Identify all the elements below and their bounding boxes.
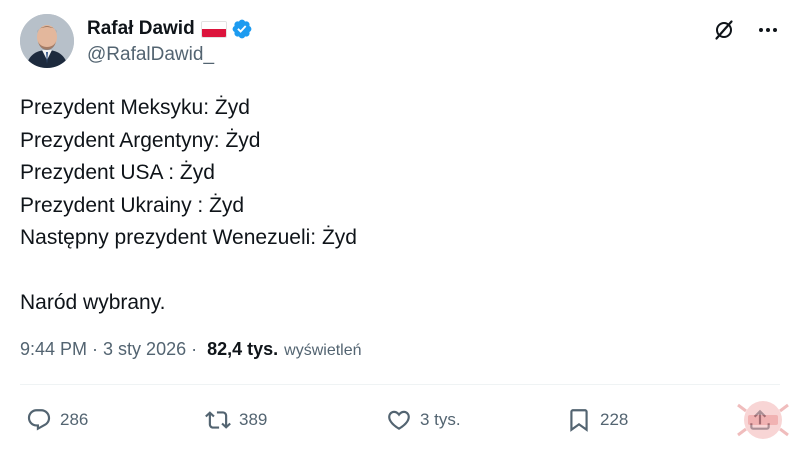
heart-icon [388, 410, 410, 430]
reply-icon [27, 409, 51, 431]
like-button[interactable]: 3 tys. [386, 402, 461, 438]
tweet-line: Naród wybrany. [20, 291, 166, 314]
bookmark-count: 228 [600, 410, 629, 429]
avatar[interactable] [20, 14, 74, 68]
top-actions [712, 18, 780, 42]
tweet-header: Rafał Dawid @RafalDawid_ [20, 14, 253, 70]
tweet-line: Prezydent Meksyku: Żyd [20, 96, 250, 119]
tweet-date[interactable]: 3 sty 2026 [103, 339, 186, 360]
reply-count: 286 [60, 410, 89, 429]
like-count: 3 tys. [420, 410, 461, 429]
views-label: wyświetleń [284, 342, 362, 359]
tweet-line: Prezydent Argentyny: Żyd [20, 128, 261, 152]
author-names: Rafał Dawid @RafalDawid_ [87, 17, 253, 66]
action-bar: 286 389 3 tys. 228 [20, 402, 780, 438]
divider [20, 384, 780, 385]
verified-badge-icon [232, 19, 252, 39]
meta-separator: · [191, 339, 198, 359]
meta-separator: · [92, 339, 99, 359]
tweet-text: Prezydent Meksyku: Żyd Prezydent Argenty… [20, 92, 357, 320]
tweet-time[interactable]: 9:44 PM [20, 339, 87, 360]
display-name[interactable]: Rafał Dawid [87, 18, 195, 40]
tweet-line: Następny prezydent Wenezueli: Żyd [20, 226, 357, 249]
avatar-image [20, 14, 74, 68]
poland-flag-icon [200, 20, 227, 38]
views-count: 82,4 tys. [207, 339, 279, 359]
bookmark-icon [570, 409, 588, 432]
bookmark-button[interactable]: 228 [566, 402, 628, 438]
more-options-icon[interactable] [756, 18, 780, 42]
repost-count: 389 [239, 410, 268, 429]
watermark-logo-icon [737, 401, 789, 439]
display-name-row: Rafał Dawid [87, 17, 253, 41]
repost-icon [205, 411, 231, 429]
grok-icon[interactable] [712, 18, 736, 42]
tweet-line: Prezydent USA : Żyd [20, 161, 215, 184]
tweet-line: Prezydent Ukrainy : Żyd [20, 193, 245, 217]
tweet-meta: 9:44 PM · 3 sty 2026 · 82,4 tys. wyświet… [20, 339, 362, 360]
reply-button[interactable]: 286 [26, 402, 88, 438]
repost-button[interactable]: 389 [205, 402, 267, 438]
handle[interactable]: @RafalDawid_ [87, 44, 253, 66]
